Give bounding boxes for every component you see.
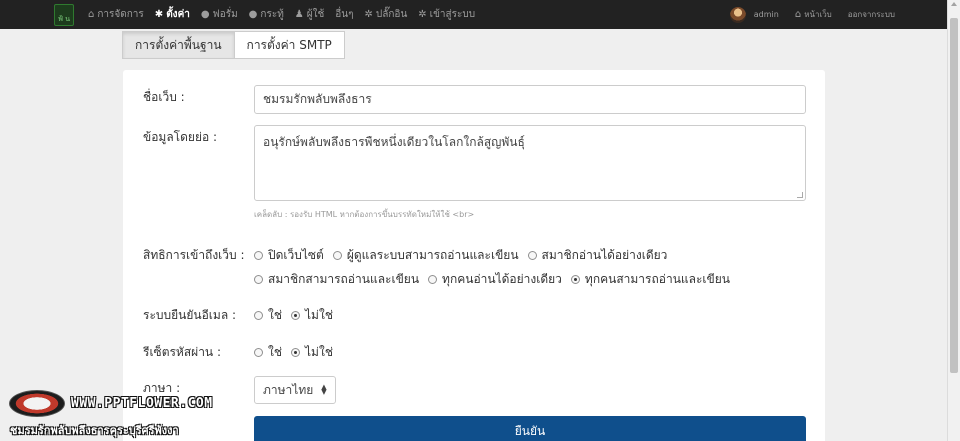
- access-rights-row-1: ปิดเว็บไซต์ ผู้ดูแลระบบสามารถอ่านและเขียน…: [254, 246, 676, 265]
- nav-item-3[interactable]: ● กระทู้: [249, 7, 284, 22]
- access-rights-row-2: สมาชิกสามารถอ่านและเขียน ทุกคนอ่านได้อย่า…: [254, 270, 739, 289]
- top-navbar: ฟ้ น ⌂ การจัดการ ✱ ตั้งค่า ● ฟอรั่ม ● กระทู้ ♟ ผู…: [0, 0, 947, 29]
- avatar[interactable]: [729, 6, 746, 23]
- access-option-radio[interactable]: ผู้ดูแลระบบสามารถอ่านและเขียน: [332, 246, 519, 265]
- comment-icon: ●: [248, 9, 258, 20]
- radio-label: ใช่: [268, 308, 283, 322]
- scroll-up-arrow-icon[interactable]: [951, 2, 957, 6]
- description-label: ข้อมูลโดยย่อ :: [143, 130, 218, 144]
- radio-checked-icon: [291, 311, 301, 320]
- nav-item-label: ผู้ใช้: [306, 9, 325, 20]
- access-option-radio[interactable]: ทุกคนอ่านได้อย่างเดียว: [428, 270, 562, 289]
- radio-checked-icon: [570, 275, 580, 284]
- radio-circle-icon: [254, 348, 263, 357]
- home-icon: ⌂: [794, 9, 802, 20]
- user-icon: ♟: [294, 9, 304, 20]
- resize-grip-icon[interactable]: [797, 192, 803, 198]
- description-text: อนุรักษ์พลับพลึงธารพืชหนึ่งเดียวในโลกใกล…: [263, 135, 525, 149]
- radio-label: ใช่: [268, 345, 283, 359]
- nav-item-label: เข้าสู่ระบบ: [429, 9, 476, 20]
- nav-item-label: ฟอรั่ม: [212, 9, 238, 20]
- cogs-icon: ✲: [418, 9, 427, 20]
- radio-circle-icon: [527, 251, 537, 260]
- nav-item-label: ตั้งค่า: [166, 9, 190, 20]
- language-select-value: ภาษาไทย: [263, 382, 314, 397]
- home-link[interactable]: ⌂ หน้าเว็บ: [795, 8, 832, 21]
- nav-item-7[interactable]: ✲ เข้าสู่ระบบ: [418, 7, 475, 22]
- language-select[interactable]: ภาษาไทย ▲ ▼: [254, 376, 336, 404]
- nav-item-5[interactable]: อื่นๆ: [335, 7, 353, 22]
- description-help-text: เคล็ดลับ : รองรับ HTML หากต้องการขึ้นบรร…: [254, 210, 475, 219]
- email-confirm-label: ระบบยืนยันอีเมล :: [143, 308, 237, 322]
- nav-item-4[interactable]: ♟ ผู้ใช้: [295, 7, 325, 22]
- comment-icon: ●: [200, 9, 210, 20]
- logout-link[interactable]: ออกจากระบบ: [848, 8, 895, 21]
- radio-label: ผู้ดูแลระบบสามารถอ่านและเขียน: [346, 248, 519, 262]
- site-logo[interactable]: ฟ้ น: [54, 3, 74, 26]
- tab-smtp-settings[interactable]: การตั้งค่า SMTP: [233, 31, 345, 59]
- nav-item-2[interactable]: ● ฟอรั่ม: [201, 7, 238, 22]
- cogs-icon: ✲: [364, 9, 373, 20]
- watermark-url: WWW.PPTFLOWER.COM: [71, 396, 213, 411]
- radio-label: ทุกคนอ่านได้อย่างเดียว: [442, 272, 562, 286]
- email-confirm-no-radio[interactable]: ไม่ใช่: [291, 306, 333, 325]
- radio-circle-icon: [332, 251, 342, 260]
- radio-label: สมาชิกสามารถอ่านและเขียน: [268, 272, 420, 286]
- site-name-input[interactable]: ชมรมรักพลับพลึงธาร: [254, 85, 806, 114]
- user-name-link[interactable]: admin: [754, 10, 779, 19]
- radio-label: สมาชิกอ่านได้อย่างเดียว: [541, 248, 668, 262]
- nav-item-label: ปลั๊กอิน: [375, 9, 408, 20]
- access-option-radio[interactable]: สมาชิกสามารถอ่านและเขียน: [254, 270, 419, 289]
- settings-tabs: การตั้งค่าพื้นฐาน การตั้งค่า SMTP: [122, 31, 345, 59]
- nav-item-1[interactable]: ✱ ตั้งค่า: [155, 7, 190, 22]
- password-reset-yes-radio[interactable]: ใช่: [254, 343, 282, 362]
- watermark-logo: [9, 390, 65, 417]
- page-scrollbar[interactable]: [947, 0, 960, 441]
- home-link-label: หน้าเว็บ: [804, 10, 832, 19]
- tab-basic-settings[interactable]: การตั้งค่าพื้นฐาน: [122, 31, 234, 59]
- access-option-radio[interactable]: ปิดเว็บไซต์: [254, 246, 324, 265]
- gear-icon: ✱: [154, 9, 164, 20]
- scroll-thumb[interactable]: [950, 18, 958, 373]
- radio-checked-icon: [291, 348, 301, 357]
- email-confirm-options: ใช่ ไม่ใช่: [254, 306, 342, 325]
- main-menu: ⌂ การจัดการ ✱ ตั้งค่า ● ฟอรั่ม ● กระทู้ ♟ ผู้ใช้อ…: [88, 7, 486, 22]
- description-textarea[interactable]: อนุรักษ์พลับพลึงธารพืชหนึ่งเดียวในโลกใกล…: [254, 125, 806, 201]
- access-rights-label: สิทธิการเข้าถึงเว็บ :: [143, 248, 245, 262]
- nav-item-label: อื่นๆ: [335, 9, 354, 20]
- nav-item-label: กระทู้: [260, 9, 284, 20]
- password-reset-label: รีเซ็ตรหัสผ่าน :: [143, 345, 221, 359]
- radio-label: ปิดเว็บไซต์: [268, 248, 324, 262]
- nav-item-label: การจัดการ: [97, 9, 144, 20]
- radio-circle-icon: [254, 311, 263, 320]
- user-menu: admin ⌂ หน้าเว็บ ออกจากระบบ: [729, 0, 895, 29]
- radio-label: ไม่ใช่: [305, 345, 333, 359]
- radio-circle-icon: [254, 275, 263, 284]
- nav-item-6[interactable]: ✲ ปลั๊กอิน: [365, 7, 408, 22]
- password-reset-no-radio[interactable]: ไม่ใช่: [291, 343, 333, 362]
- home-icon: ⌂: [88, 9, 95, 20]
- watermark-tagline: ชมรมรักพลับพลึงธารคุระบุรีศรีพังงา: [10, 424, 179, 437]
- radio-circle-icon: [428, 275, 438, 284]
- nav-item-0[interactable]: ⌂ การจัดการ: [88, 7, 144, 22]
- site-name-label: ชื่อเว็บ :: [143, 90, 185, 104]
- access-option-radio[interactable]: ทุกคนสามารถอ่านและเขียน: [570, 270, 730, 289]
- radio-circle-icon: [254, 251, 263, 260]
- select-arrows-icon: ▲ ▼: [321, 383, 327, 396]
- password-reset-options: ใช่ ไม่ใช่: [254, 343, 342, 362]
- access-option-radio[interactable]: สมาชิกอ่านได้อย่างเดียว: [527, 246, 668, 265]
- radio-label: ทุกคนสามารถอ่านและเขียน: [584, 272, 730, 286]
- radio-label: ไม่ใช่: [305, 308, 333, 322]
- submit-button[interactable]: ยืนยัน: [254, 416, 806, 441]
- email-confirm-yes-radio[interactable]: ใช่: [254, 306, 282, 325]
